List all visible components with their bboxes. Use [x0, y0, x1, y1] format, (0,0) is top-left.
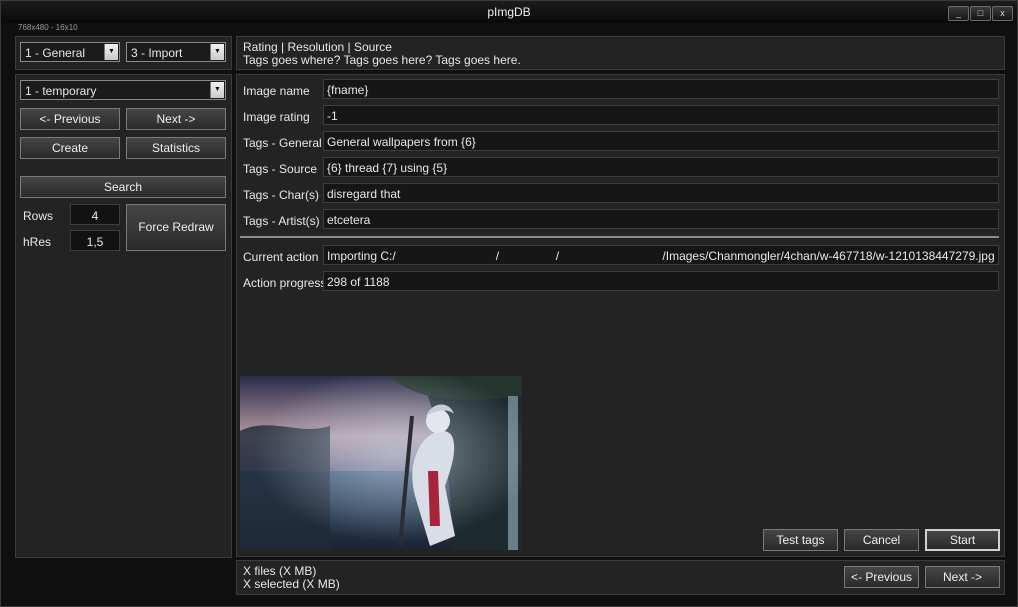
start-button[interactable]: Start [925, 529, 1000, 551]
rows-input[interactable]: 4 [70, 204, 120, 225]
hres-input[interactable]: 1,5 [70, 230, 120, 251]
statistics-button[interactable]: Statistics [126, 137, 226, 159]
tags-artists-field[interactable]: etcetera [323, 209, 999, 229]
chevron-down-icon[interactable]: ▼ [104, 44, 118, 60]
tags-chars-label: Tags - Char(s) [243, 188, 320, 202]
preview-image [240, 376, 522, 550]
action-progress-label: Action progress [243, 276, 327, 290]
previous-button-label: <- Previous [39, 112, 101, 126]
separator [240, 236, 999, 238]
cancel-button[interactable]: Cancel [844, 529, 919, 551]
force-redraw-label: Force Redraw [138, 220, 214, 234]
current-action-label: Current action [243, 250, 319, 264]
image-preview[interactable] [240, 376, 522, 550]
search-button[interactable]: Search [20, 176, 226, 198]
app-window: pImgDB _ □ x 768x480 - 16x10 1 - General… [0, 0, 1018, 607]
search-button-label: Search [103, 180, 143, 194]
mode-combo[interactable]: 3 - Import ▼ [126, 42, 226, 62]
image-rating-field[interactable]: -1 [323, 105, 999, 125]
maximize-button[interactable]: □ [970, 6, 991, 21]
footer-next-button[interactable]: Next -> [925, 566, 1000, 588]
folder-combo-value: 1 - temporary [25, 84, 97, 98]
size-info: 768x480 - 16x10 [18, 23, 78, 32]
title-bar[interactable]: pImgDB _ □ x [1, 1, 1017, 23]
action-progress-field: 298 of 1188 [323, 271, 999, 291]
header-line-1: Rating | Resolution | Source [243, 40, 392, 54]
hres-label: hRes [23, 235, 52, 249]
test-tags-label: Test tags [776, 533, 825, 547]
window-title: pImgDB [487, 5, 531, 19]
chevron-down-icon[interactable]: ▼ [210, 82, 224, 98]
footer-previous-label: <- Previous [850, 570, 913, 584]
rows-label: Rows [23, 209, 54, 223]
current-action-field: Importing C:/ / / /Images/Chanmongler/4c… [323, 245, 999, 265]
create-button-label: Create [51, 141, 89, 155]
tags-source-label: Tags - Source [243, 162, 318, 176]
tags-general-label: Tags - General [243, 136, 322, 150]
tags-chars-field[interactable]: disregard that [323, 183, 999, 203]
statistics-button-label: Statistics [151, 141, 200, 155]
force-redraw-button[interactable]: Force Redraw [126, 204, 226, 251]
selected-info: X selected (X MB) [243, 577, 340, 591]
image-name-label: Image name [243, 84, 310, 98]
start-label: Start [949, 533, 976, 547]
header-line-2: Tags goes where? Tags goes here? Tags go… [243, 53, 521, 67]
footer-previous-button[interactable]: <- Previous [844, 566, 919, 588]
category-combo[interactable]: 1 - General ▼ [20, 42, 120, 62]
chevron-down-icon[interactable]: ▼ [210, 44, 224, 60]
category-combo-value: 1 - General [25, 46, 86, 60]
tags-source-field[interactable]: {6} thread {7} using {5} [323, 157, 999, 177]
create-button[interactable]: Create [20, 137, 120, 159]
next-button[interactable]: Next -> [126, 108, 226, 130]
files-info: X files (X MB) [243, 564, 317, 578]
image-rating-label: Image rating [243, 110, 310, 124]
cancel-label: Cancel [862, 533, 901, 547]
tags-artists-label: Tags - Artist(s) [243, 214, 320, 228]
image-name-field[interactable]: {fname} [323, 79, 999, 99]
mode-combo-value: 3 - Import [131, 46, 183, 60]
footer-next-label: Next -> [942, 570, 982, 584]
next-button-label: Next -> [156, 112, 196, 126]
test-tags-button[interactable]: Test tags [763, 529, 838, 551]
close-button[interactable]: x [992, 6, 1013, 21]
minimize-button[interactable]: _ [948, 6, 969, 21]
tags-general-field[interactable]: General wallpapers from {6} [323, 131, 999, 151]
folder-combo[interactable]: 1 - temporary ▼ [20, 80, 226, 100]
previous-button[interactable]: <- Previous [20, 108, 120, 130]
